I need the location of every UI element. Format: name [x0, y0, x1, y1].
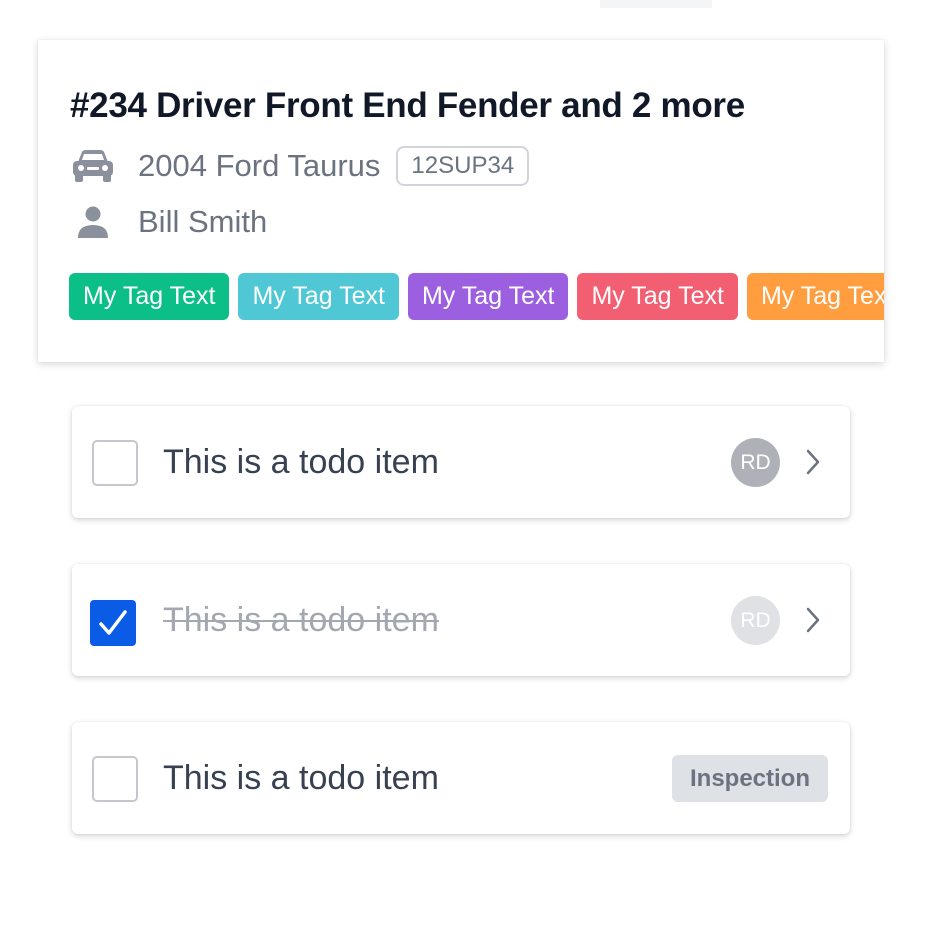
- vehicle-row: 2004 Ford Taurus 12SUP34: [72, 144, 530, 188]
- tag: My Tag Text: [69, 273, 230, 320]
- assignee-avatar: RD: [731, 438, 780, 487]
- car-icon: [72, 146, 116, 186]
- checkmark-icon: [99, 610, 127, 635]
- job-header-card: #234 Driver Front End Fender and 2 more …: [38, 40, 884, 362]
- tag: My Tag Text: [746, 273, 884, 320]
- vehicle-name: 2004 Ford Taurus: [138, 148, 381, 183]
- todo-item[interactable]: This is a todo item Inspection: [72, 722, 850, 834]
- tag: My Tag Text: [407, 273, 569, 320]
- customer-name: Bill Smith: [138, 204, 268, 239]
- todo-text: This is a todo item: [163, 600, 439, 639]
- chevron-right-icon[interactable]: [802, 446, 824, 478]
- todo-text: This is a todo item: [163, 758, 439, 797]
- tag: My Tag Text: [238, 273, 399, 320]
- todo-item[interactable]: This is a todo item RD: [72, 406, 850, 518]
- background-sliver: [600, 0, 712, 8]
- todo-checkbox-checked[interactable]: [90, 600, 136, 646]
- category-badge: Inspection: [672, 755, 828, 802]
- assignee-avatar: RD: [731, 596, 780, 645]
- todo-checkbox[interactable]: [92, 440, 138, 486]
- license-plate-badge: 12SUP34: [396, 146, 530, 186]
- todo-checkbox[interactable]: [92, 756, 138, 802]
- person-icon: [72, 202, 116, 242]
- customer-row: Bill Smith: [72, 202, 267, 242]
- job-title: #234 Driver Front End Fender and 2 more: [70, 86, 745, 125]
- todo-text: This is a todo item: [163, 442, 439, 481]
- todo-item-completed[interactable]: This is a todo item RD: [72, 564, 850, 676]
- tag: My Tag Text: [577, 273, 738, 320]
- chevron-right-icon[interactable]: [802, 604, 824, 636]
- tag-list: My Tag Text My Tag Text My Tag Text My T…: [69, 273, 884, 320]
